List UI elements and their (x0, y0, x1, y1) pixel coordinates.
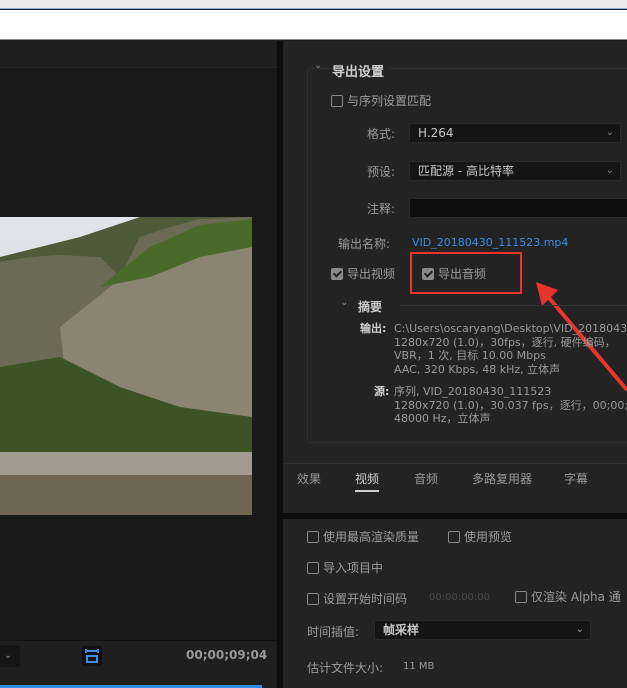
checkbox-icon (331, 95, 343, 107)
tab-multiplexer[interactable]: 多路复用器 (472, 470, 532, 487)
label: 使用预览 (464, 530, 513, 544)
label: 导入项目中 (323, 561, 384, 575)
chevron-down-icon: ⌄ (605, 127, 614, 138)
render-alpha-checkbox[interactable]: 仅渲染 Alpha 通 (515, 588, 621, 605)
checkbox-icon (331, 268, 343, 280)
label: 导出视频 (347, 267, 396, 281)
start-timecode-value[interactable]: 00:00:00:00 (429, 592, 490, 603)
chevron-down-icon[interactable]: ⌄ (340, 297, 348, 308)
fit-frame-button[interactable] (82, 646, 102, 666)
preset-label: 预设: (367, 165, 396, 179)
line: AAC, 320 Kbps, 48 kHz, 立体声 (394, 362, 561, 376)
label: 与序列设置匹配 (347, 94, 432, 108)
label: 使用最高渲染质量 (323, 530, 420, 544)
checkbox-icon (448, 531, 460, 543)
match-sequence-checkbox[interactable]: 与序列设置匹配 (331, 92, 431, 109)
interp-label: 时间插值: (307, 625, 360, 639)
summary-title: 摘要 (358, 300, 383, 314)
line: 1280x720 (1.0)，30fps，逐行, 硬件编码， (394, 335, 616, 349)
chevron-down-icon: ⌄ (575, 624, 584, 635)
export-video-checkbox[interactable]: 导出视频 (331, 265, 395, 282)
format-dropdown[interactable]: H.264 ⌄ (409, 123, 621, 143)
filesize-value: 11 MB (403, 661, 435, 672)
output-summary: C:\Users\oscaryang\Desktop\VID_20180430_… (394, 322, 627, 376)
comment-input[interactable] (409, 198, 627, 218)
use-preview-checkbox[interactable]: 使用预览 (448, 528, 512, 545)
checkbox-icon (515, 591, 527, 603)
zoom-dropdown[interactable]: ⌄ (0, 645, 20, 667)
filesize-label: 估计文件大小: (307, 661, 384, 675)
output-name-label: 输出名称: (338, 237, 391, 251)
checkbox-icon (307, 593, 319, 605)
chevron-down-icon[interactable]: ⌄ (314, 60, 322, 71)
tab-effects[interactable]: 效果 (297, 470, 321, 487)
tab-video[interactable]: 视频 (355, 470, 380, 492)
time-interpolation-dropdown[interactable]: 帧采样 ⌄ (374, 620, 591, 640)
settings-tabs: 效果 视频 音频 多路复用器 字幕 (283, 463, 627, 513)
divider (400, 305, 627, 306)
line: 序列, VID_20180430_111523 (394, 385, 552, 398)
tab-captions[interactable]: 字幕 (564, 470, 588, 487)
value: 匹配源 - 高比特率 (418, 164, 514, 178)
source-summary: 序列, VID_20180430_111523 1280x720 (1.0)，3… (394, 385, 627, 426)
annotation-highlight (410, 252, 522, 294)
preset-dropdown[interactable]: 匹配源 - 高比特率 ⌄ (409, 161, 621, 181)
fit-frame-icon (85, 649, 99, 663)
video-preview (0, 217, 252, 515)
checkbox-icon (307, 562, 319, 574)
value: 帧采样 (383, 623, 420, 637)
line: C:\Users\oscaryang\Desktop\VID_20180430_… (394, 322, 627, 335)
output-name-link[interactable]: VID_20180430_111523.mp4 (412, 236, 568, 249)
timecode: 00;00;09;04 (186, 648, 268, 662)
value: H.264 (418, 126, 454, 140)
max-render-quality-checkbox[interactable]: 使用最高渲染质量 (307, 528, 419, 545)
line: 1280x720 (1.0)，30.037 fps，逐行，00;00;0 (394, 398, 627, 412)
set-timecode-checkbox[interactable]: 设置开始时间码 (307, 590, 407, 607)
format-label: 格式: (367, 127, 396, 141)
section-title: 导出设置 (332, 61, 389, 80)
tab-audio[interactable]: 音频 (414, 470, 438, 487)
title-bar (0, 0, 627, 9)
line: VBR，1 次, 目标 10.00 Mbps (394, 349, 546, 362)
source-label: 源: (374, 385, 390, 398)
chevron-down-icon: ⌄ (605, 165, 614, 176)
label: 仅渲染 Alpha 通 (531, 590, 621, 604)
label: 设置开始时间码 (323, 592, 408, 606)
output-label: 输出: (360, 322, 387, 335)
import-project-checkbox[interactable]: 导入项目中 (307, 559, 383, 576)
checkbox-icon (307, 531, 319, 543)
line: 48000 Hz，立体声 (394, 412, 491, 425)
menu-area (0, 10, 627, 40)
preview-tab-bar (0, 41, 277, 68)
comment-label: 注释: (367, 202, 396, 216)
